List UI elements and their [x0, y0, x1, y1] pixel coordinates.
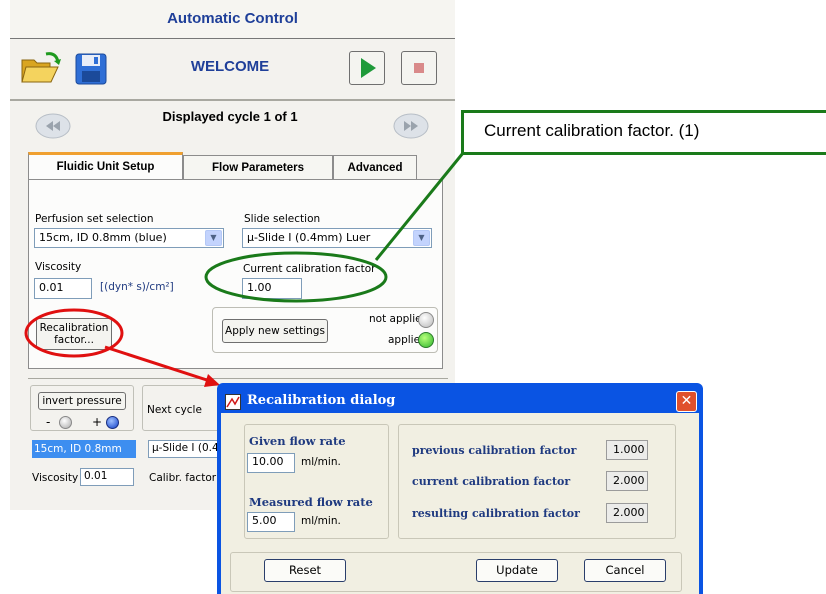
resulting-factor-value: 2.000: [606, 503, 648, 523]
measured-flow-label: Measured flow rate: [249, 495, 373, 509]
welcome-label: WELCOME: [190, 58, 270, 75]
next-cycle-label: Next cycle: [147, 404, 202, 416]
recalibration-button-line2: factor...: [54, 334, 94, 346]
invert-pressure-button[interactable]: invert pressure: [38, 392, 126, 410]
calibration-input[interactable]: 1.00: [242, 278, 302, 299]
dialog-body: Given flow rate 10.00 ml/min. Measured f…: [221, 413, 699, 594]
chevron-down-icon[interactable]: ▼: [413, 230, 430, 246]
measured-flow-unit: ml/min.: [301, 515, 341, 527]
reset-button[interactable]: Reset: [264, 559, 346, 582]
given-flow-unit: ml/min.: [301, 456, 341, 468]
given-flow-input[interactable]: 10.00: [247, 453, 295, 473]
cancel-button[interactable]: Cancel: [584, 559, 666, 582]
slide-select[interactable]: µ-Slide I (0.4mm) Luer ▼: [242, 228, 432, 248]
measured-flow-input[interactable]: 5.00: [247, 512, 295, 532]
not-applied-indicator-icon: [418, 312, 434, 328]
previous-cycle-button[interactable]: [35, 113, 71, 139]
play-button[interactable]: [349, 51, 385, 85]
recalibration-button-line1: Recalibration: [39, 322, 109, 334]
slide-label: Slide selection: [244, 213, 321, 225]
toolbar-divider: [10, 99, 455, 101]
minus-sign: -: [46, 415, 51, 429]
chevron-down-icon[interactable]: ▼: [205, 230, 222, 246]
next-cycle-button[interactable]: [393, 113, 429, 139]
perfusion-select-value: 15cm, ID 0.8mm (blue): [39, 231, 167, 244]
viscosity-summary-label: Viscosity: [32, 472, 79, 484]
rewind-icon: [35, 113, 71, 139]
forward-icon: [393, 113, 429, 139]
dialog-close-button[interactable]: ✕: [676, 391, 697, 412]
dialog-title: Recalibration dialog: [247, 393, 396, 408]
viscosity-summary-value: 0.01: [80, 468, 134, 486]
viscosity-label: Viscosity: [35, 261, 82, 273]
given-flow-label: Given flow rate: [249, 434, 346, 448]
update-button[interactable]: Update: [476, 559, 558, 582]
previous-factor-label: previous calibration factor: [412, 444, 577, 457]
positive-pressure-radio[interactable]: [106, 416, 119, 429]
current-factor-label: current calibration factor: [412, 475, 571, 488]
save-icon[interactable]: [74, 52, 108, 86]
recalibration-dialog: Recalibration dialog ✕ Given flow rate 1…: [217, 383, 703, 594]
slide-select-value: µ-Slide I (0.4mm) Luer: [247, 231, 371, 244]
open-folder-icon[interactable]: [20, 50, 62, 86]
perfusion-select[interactable]: 15cm, ID 0.8mm (blue) ▼: [34, 228, 224, 248]
tab-flow-parameters[interactable]: Flow Parameters: [183, 155, 333, 179]
resulting-factor-label: resulting calibration factor: [412, 507, 580, 520]
stop-button[interactable]: [401, 51, 437, 85]
close-icon: ✕: [680, 393, 693, 409]
stop-icon: [414, 63, 424, 73]
section-divider: [28, 378, 448, 379]
tab-advanced[interactable]: Advanced: [333, 155, 417, 179]
perfusion-label: Perfusion set selection: [35, 213, 154, 225]
negative-pressure-radio[interactable]: [59, 416, 72, 429]
calibration-label: Current calibration factor: [243, 263, 376, 275]
window-title: Automatic Control: [10, 0, 455, 39]
cycle-label: Displayed cycle 1 of 1: [162, 109, 298, 124]
recalibration-button[interactable]: Recalibration factor...: [36, 318, 112, 350]
tab-fluidic-unit-setup[interactable]: Fluidic Unit Setup: [28, 152, 183, 180]
callout-text: Current calibration factor. (1): [484, 121, 700, 140]
calibration-summary-label: Calibr. factor: [149, 472, 217, 484]
viscosity-unit: [(dyn* s)/cm²]: [100, 281, 174, 293]
previous-factor-value: 1.000: [606, 440, 648, 460]
play-icon: [361, 58, 376, 78]
slide-summary: µ-Slide I (0.4: [148, 440, 228, 458]
dialog-app-icon: [225, 394, 241, 410]
apply-settings-button[interactable]: Apply new settings: [222, 319, 328, 343]
current-factor-value: 2.000: [606, 471, 648, 491]
perfusion-summary: 15cm, ID 0.8mm: [32, 440, 136, 458]
applied-indicator-icon: [418, 332, 434, 348]
viscosity-input[interactable]: 0.01: [34, 278, 92, 299]
plus-sign: +: [92, 415, 103, 429]
